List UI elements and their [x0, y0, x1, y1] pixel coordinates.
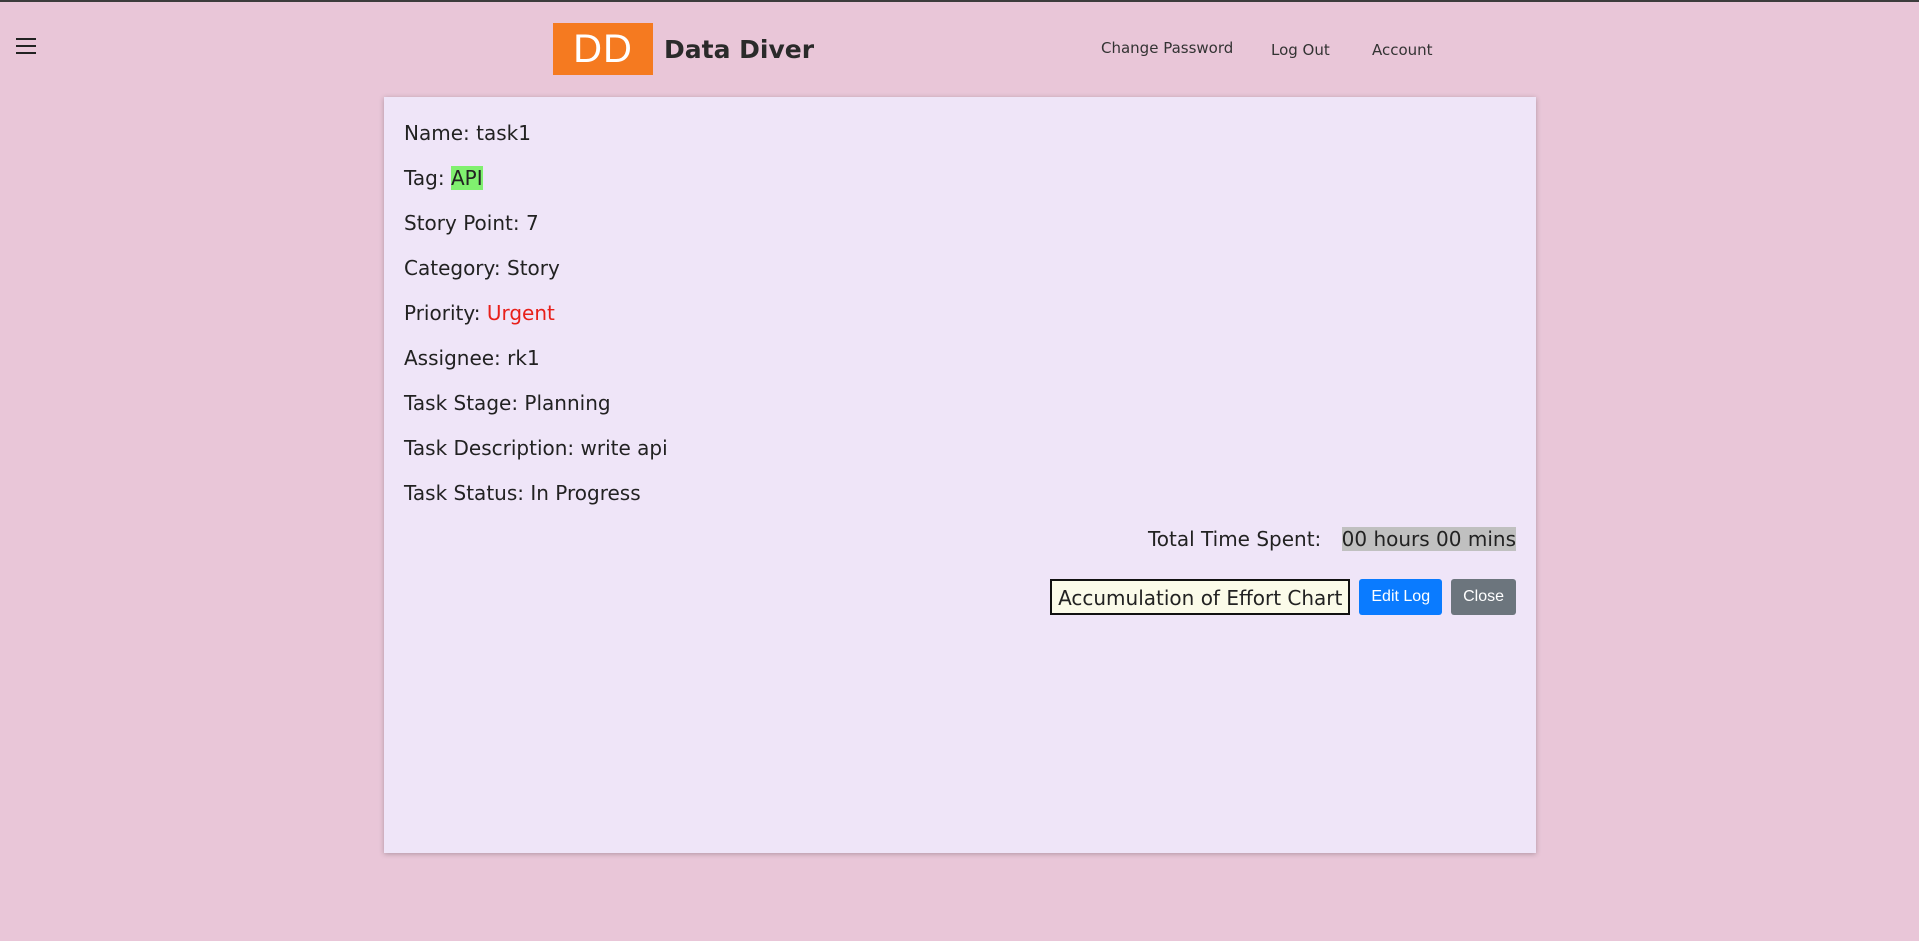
story-point-label: Story Point: [404, 211, 520, 235]
assignee-label: Assignee: [404, 346, 501, 370]
task-description-row: Task Description: write api [404, 436, 668, 460]
effort-chart-button[interactable]: Accumulation of Effort Chart [1050, 579, 1351, 615]
total-time-row: Total Time Spent: 00 hours 00 mins [1148, 527, 1516, 551]
priority-label: Priority: [404, 301, 481, 325]
assignee-row: Assignee: rk1 [404, 346, 540, 370]
brand-name: Data Diver [664, 34, 815, 64]
task-description-value: write api [580, 436, 668, 460]
task-tag-badge: API [450, 166, 483, 190]
task-status-label: Task Status: [404, 481, 524, 505]
logo: DD [553, 23, 653, 75]
task-name-label: Name: [404, 121, 470, 145]
task-status-row: Task Status: In Progress [404, 481, 641, 505]
task-tag-row: Tag: API [404, 166, 483, 190]
log-out-link[interactable]: Log Out [1271, 41, 1330, 59]
task-name-value: task1 [476, 121, 531, 145]
action-buttons: Accumulation of Effort Chart Edit Log Cl… [1050, 579, 1516, 615]
priority-row: Priority: Urgent [404, 301, 555, 325]
task-stage-row: Task Stage: Planning [404, 391, 611, 415]
account-link[interactable]: Account [1372, 41, 1433, 59]
task-tag-label: Tag: [404, 166, 445, 190]
category-row: Category: Story [404, 256, 560, 280]
assignee-value: rk1 [507, 346, 540, 370]
brand[interactable]: DD Data Diver [553, 23, 814, 75]
menu-line [16, 45, 36, 47]
menu-line [16, 38, 36, 40]
hamburger-menu-icon[interactable] [16, 38, 36, 54]
menu-line [16, 52, 36, 54]
story-point-value: 7 [525, 211, 539, 235]
task-name-row: Name: task1 [404, 121, 531, 145]
edit-log-button[interactable]: Edit Log [1359, 579, 1443, 615]
close-button[interactable]: Close [1451, 579, 1516, 615]
change-password-link[interactable]: Change Password [1101, 39, 1233, 57]
category-label: Category: [404, 256, 501, 280]
task-description-label: Task Description: [404, 436, 575, 460]
task-stage-label: Task Stage: [404, 391, 519, 415]
task-stage-value: Planning [524, 391, 611, 415]
total-time-label: Total Time Spent: [1147, 527, 1322, 551]
category-value: Story [507, 256, 560, 280]
story-point-row: Story Point: 7 [404, 211, 539, 235]
total-time-value: 00 hours 00 mins [1341, 527, 1516, 551]
task-status-value: In Progress [530, 481, 641, 505]
priority-value: Urgent [486, 301, 555, 325]
task-details-card: Name: task1 Tag: API Story Point: 7 Cate… [384, 97, 1536, 853]
